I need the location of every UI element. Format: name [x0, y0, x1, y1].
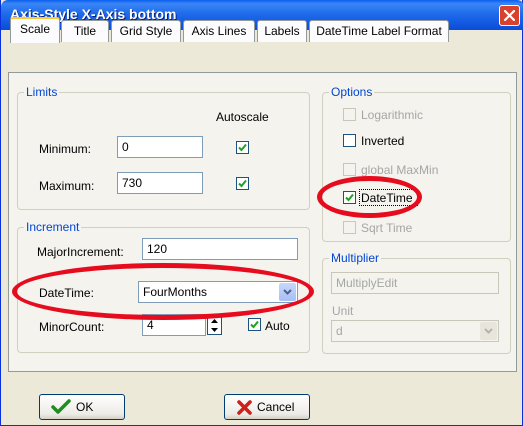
close-icon — [504, 10, 515, 21]
minor-count-label: MinorCount: — [39, 320, 105, 334]
tab-label: Axis Lines — [191, 24, 247, 38]
checkmark-icon — [238, 143, 247, 152]
minimum-autoscale-checkbox[interactable] — [236, 141, 249, 154]
inverted-checkbox[interactable] — [343, 134, 356, 147]
tab-label: Grid Style — [119, 24, 173, 38]
minor-count-input[interactable]: 4 — [142, 314, 206, 336]
maximum-input[interactable]: 730 — [117, 172, 203, 194]
datetime-option-label: DateTime — [361, 191, 413, 205]
cancel-x-icon — [237, 400, 252, 415]
checkmark-icon — [345, 193, 354, 202]
tab-label: Title — [73, 24, 97, 38]
unit-select[interactable]: d — [331, 320, 499, 342]
datetime-dropdown-button[interactable] — [279, 283, 296, 301]
cancel-label: Cancel — [257, 400, 295, 414]
tab-axis-lines[interactable]: Axis Lines — [183, 20, 255, 42]
multiplier-legend: Multiplier — [329, 251, 382, 265]
minimum-input[interactable]: 0 — [117, 136, 203, 158]
checkmark-icon — [51, 399, 71, 414]
tab-grid-style[interactable]: Grid Style — [111, 20, 181, 42]
tab-labels[interactable]: Labels — [257, 20, 307, 42]
chevron-down-icon — [283, 289, 292, 295]
tab-scale[interactable]: Scale — [10, 17, 60, 43]
checkmark-icon — [250, 320, 259, 329]
ok-label: OK — [76, 400, 94, 414]
unit-label: Unit — [332, 304, 354, 318]
chevron-down-icon — [484, 328, 493, 334]
spin-down-icon[interactable] — [210, 327, 219, 333]
spin-up-icon[interactable] — [210, 318, 219, 324]
checkmark-icon — [238, 179, 247, 188]
multiply-edit-input[interactable]: MultiplyEdit — [331, 272, 499, 294]
tab-datetime-label-format[interactable]: DateTime Label Format — [309, 20, 449, 42]
maximum-autoscale-checkbox[interactable] — [236, 177, 249, 190]
tab-title[interactable]: Title — [61, 20, 109, 42]
minor-count-stepper[interactable] — [207, 315, 222, 335]
minimum-label: Minimum: — [39, 142, 92, 156]
datetime-label: DateTime: — [39, 286, 94, 300]
limits-legend: Limits — [24, 85, 60, 99]
global-maxmin-label: global MaxMin — [361, 163, 439, 177]
auto-label: Auto — [265, 319, 290, 333]
close-button[interactable] — [499, 5, 520, 26]
maximum-label: Maximum: — [39, 179, 95, 193]
increment-legend: Increment — [24, 220, 82, 234]
global-maxmin-checkbox[interactable] — [343, 163, 356, 176]
cancel-button[interactable]: Cancel — [224, 394, 310, 420]
unit-dropdown-button[interactable] — [480, 322, 497, 340]
datetime-select-value: FourMonths — [143, 285, 208, 299]
logarithmic-label: Logarithmic — [361, 108, 424, 122]
tab-label: DateTime Label Format — [316, 24, 442, 38]
tab-label: Scale — [19, 22, 51, 36]
autoscale-header: Autoscale — [216, 110, 269, 124]
inverted-label: Inverted — [361, 134, 405, 148]
ok-button[interactable]: OK — [39, 394, 125, 420]
unit-select-value: d — [336, 324, 343, 338]
options-legend: Options — [329, 85, 375, 99]
datetime-select[interactable]: FourMonths — [138, 281, 298, 303]
dialog-window: Axis-Style X-Axis bottom Scale Title Gri… — [0, 0, 523, 426]
sqrt-time-checkbox[interactable] — [343, 221, 356, 234]
tab-label: Labels — [264, 24, 300, 38]
datetime-checkbox[interactable] — [343, 191, 356, 204]
auto-checkbox[interactable] — [248, 318, 261, 331]
major-increment-input[interactable]: 120 — [142, 238, 298, 260]
sqrt-time-label: Sqrt Time — [361, 221, 413, 235]
logarithmic-checkbox[interactable] — [343, 108, 356, 121]
major-increment-label: MajorIncrement: — [37, 245, 124, 259]
